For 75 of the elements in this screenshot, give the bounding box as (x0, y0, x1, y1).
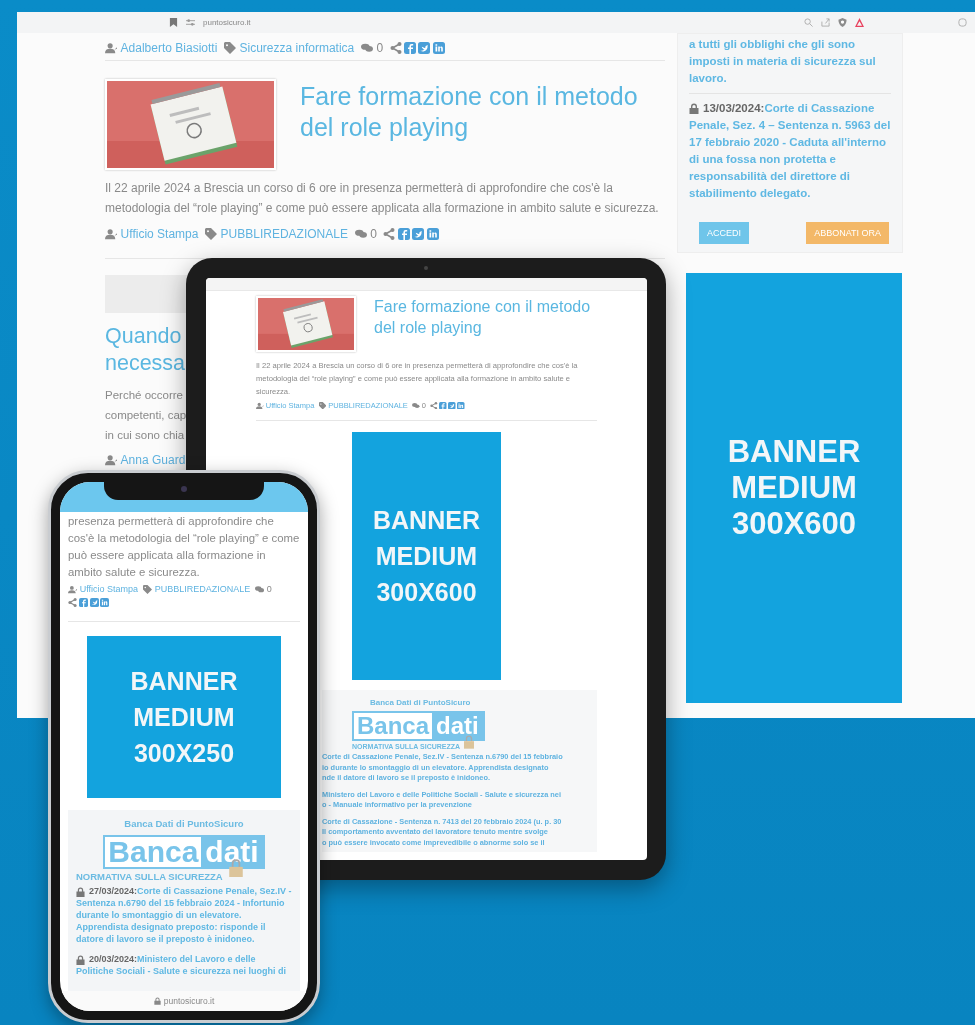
triangle-icon[interactable] (855, 18, 864, 27)
share-icon (383, 228, 396, 240)
person-icon (105, 228, 117, 240)
article-title[interactable]: Quando (105, 323, 182, 350)
shield-icon[interactable] (838, 18, 847, 27)
url-text[interactable]: puntosicuro.it (203, 18, 251, 27)
lock-icon (76, 887, 85, 897)
author-link[interactable]: Anna Guard (120, 453, 186, 467)
article-title[interactable]: Fare formazione con il metodo del role playing (300, 81, 665, 143)
author-link[interactable]: Ufficio Stampa (120, 227, 199, 241)
linkedin-icon[interactable] (457, 401, 465, 410)
twitter-icon[interactable] (412, 228, 425, 240)
comments-icon (354, 228, 367, 240)
person-icon (105, 454, 117, 466)
databank-title: Banca Dati di PuntoSicuro (124, 818, 244, 829)
news-entry[interactable]: 20/03/2024:Ministero del Lavoro e delle Politiche Sociali - Salute e sicurezza nei luoghi di (76, 953, 292, 977)
tag-icon (205, 228, 217, 240)
news-entry[interactable]: a tutti gli obblighi che gli sono imposti in materia di sicurezza sul lavoro. (689, 36, 891, 94)
facebook-icon[interactable] (397, 228, 410, 240)
ad-banner[interactable]: BANNER MEDIUM 300X600 (686, 273, 902, 703)
tag-icon (143, 584, 152, 594)
category-link[interactable]: Sicurezza informatica (239, 41, 355, 55)
bookmark-icon[interactable] (169, 18, 178, 27)
article-excerpt: in cui sono chia (105, 428, 185, 443)
share-icon (430, 401, 438, 410)
facebook-icon[interactable] (404, 42, 417, 54)
lock-icon (153, 997, 161, 1005)
article-title[interactable]: necessa (105, 350, 186, 377)
ad-banner[interactable]: BANNER MEDIUM 300X250 (87, 636, 281, 798)
linkedin-icon[interactable] (426, 228, 439, 240)
article-title[interactable]: Fare formazione con il metodo del role playing (374, 296, 597, 338)
article-excerpt: Il 22 aprile 2024 a Brescia un corso di 6 ore in presenza permetterà di approfondire che cos'è la metodologia del “role playing” e come può essere applicata alla formazione in ambito salute e sicurezza. (105, 180, 660, 217)
logo-tagline: NORMATIVA SULLA SICUREZZA (76, 871, 223, 882)
linkedin-icon[interactable] (100, 598, 110, 607)
comments-icon (360, 42, 373, 54)
author-link[interactable]: Adalberto Biasiotti (120, 41, 218, 55)
lock-icon (76, 955, 85, 965)
person-icon (105, 42, 117, 54)
linkedin-icon[interactable] (432, 42, 445, 54)
twitter-icon[interactable] (89, 598, 99, 607)
subscribe-button[interactable]: ABBONATI ORA (806, 222, 889, 244)
comment-count: 0 (376, 41, 384, 55)
url-text[interactable]: puntosicuro.it (163, 996, 215, 1006)
twitter-icon[interactable] (418, 42, 431, 54)
comments-icon (412, 401, 420, 410)
facebook-icon[interactable] (78, 598, 88, 607)
category-link[interactable]: PUBBLIREDAZIONALE (154, 584, 251, 594)
comment-count: 0 (266, 584, 272, 594)
share-icon (389, 42, 402, 54)
person-icon (256, 401, 264, 410)
databank-title: Banca Dati di PuntoSicuro (370, 698, 471, 707)
padlock-icon (464, 735, 475, 749)
lock-icon (689, 103, 699, 114)
comment-count: 0 (370, 227, 377, 241)
tag-icon (223, 42, 236, 54)
databank-logo: Banca dati (103, 835, 265, 869)
login-button[interactable]: ACCEDI (699, 222, 749, 244)
article-excerpt: Perché occorre (105, 388, 183, 403)
zoom-icon[interactable] (804, 18, 813, 27)
share-icon[interactable] (821, 18, 830, 27)
author-link[interactable]: Ufficio Stampa (79, 584, 139, 594)
databank-logo: Banca dati (352, 711, 485, 741)
tune-icon[interactable] (186, 18, 195, 27)
news-entry[interactable]: 13/03/2024:Corte di Cassazione Penale, Sez. 4 – Sentenza n. 5963 del 17 febbraio 2020 - Caduta all'interno di una fossa non protetta e responsabilità del direttore di stabilimento delegato. (689, 100, 891, 202)
article-excerpt: competenti, cap (105, 408, 187, 423)
ad-banner[interactable]: BANNER MEDIUM 300X600 (352, 432, 501, 680)
person-icon (68, 584, 77, 594)
twitter-icon[interactable] (448, 401, 456, 410)
share-icon (68, 598, 77, 607)
facebook-icon[interactable] (439, 401, 447, 410)
comments-icon (255, 584, 265, 594)
news-entry[interactable]: 27/03/2024:Corte di Cassazione Penale, Sez.IV - Sentenza n.6790 del 15 febbraio 2024 - Infortunio durante lo smontaggio di un elevatore. Apprendista designato preposto: risponde il datore di lavoro se il preposto è inidoneo. (76, 885, 292, 945)
tag-icon (318, 401, 326, 410)
article-excerpt: presenza permetterà di approfondire che cos'è la metodologia del “role playing” e come può essere applicata alla formazione in ambito salute e sicurezza. (68, 514, 300, 580)
category-link[interactable]: PUBBLIREDAZIONALE (220, 227, 348, 241)
